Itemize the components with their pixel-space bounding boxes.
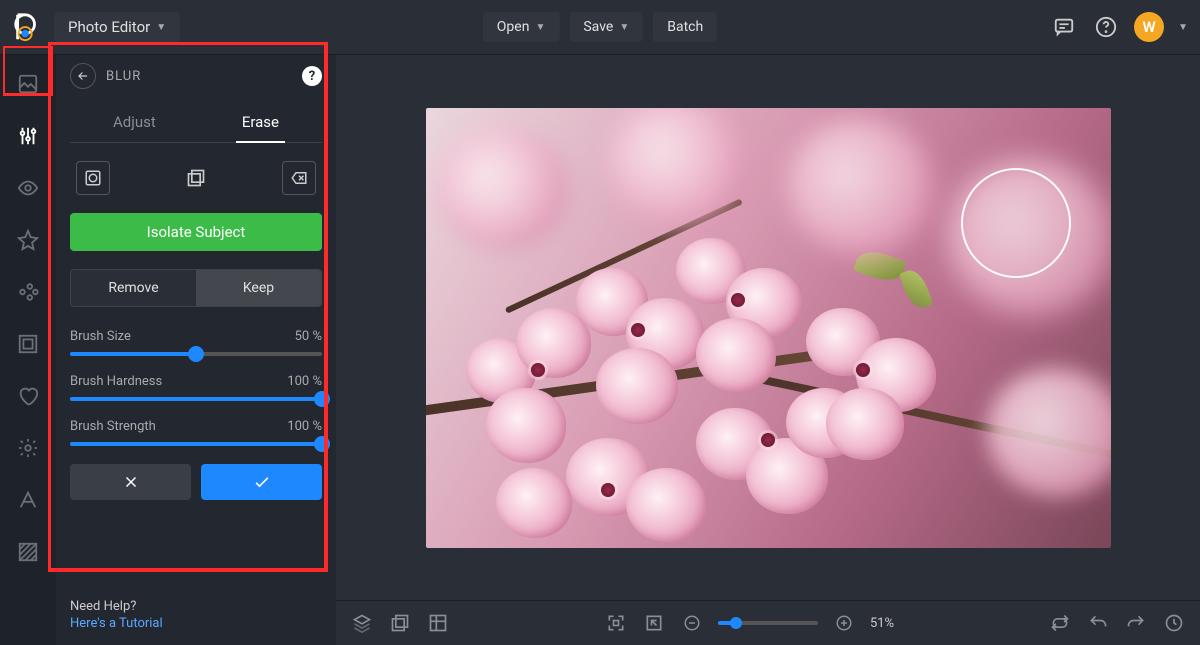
grid-icon[interactable] xyxy=(426,611,450,635)
help-question: Need Help? xyxy=(70,599,163,614)
chevron-down-icon: ▼ xyxy=(156,22,166,33)
rail-nodes-icon[interactable] xyxy=(13,277,43,307)
brush-strength-slider[interactable] xyxy=(70,442,322,446)
zoom-slider[interactable] xyxy=(718,621,818,625)
tool-clear-icon[interactable] xyxy=(282,161,316,195)
avatar-initial: W xyxy=(1143,18,1156,36)
keep-toggle[interactable]: Keep xyxy=(196,270,321,306)
rail-eye-icon[interactable] xyxy=(13,173,43,203)
avatar[interactable]: W xyxy=(1134,12,1164,42)
panel-help-icon[interactable]: ? xyxy=(302,66,322,86)
brush-hardness-value: 100 % xyxy=(287,374,322,389)
app-logo xyxy=(12,12,42,42)
rail-adjust-icon[interactable] xyxy=(13,121,43,151)
apply-button[interactable] xyxy=(201,464,322,500)
batch-label: Batch xyxy=(667,19,703,35)
chevron-down-icon: ▼ xyxy=(619,22,629,33)
brush-cursor-preview xyxy=(961,168,1071,278)
save-label: Save xyxy=(583,19,613,35)
canvas-area[interactable] xyxy=(336,55,1200,600)
fit-icon[interactable] xyxy=(604,611,628,635)
brush-strength-value: 100 % xyxy=(287,419,322,434)
cancel-button[interactable] xyxy=(70,464,191,500)
save-button[interactable]: Save ▼ xyxy=(569,12,643,42)
chevron-down-icon: ▼ xyxy=(535,22,545,33)
redo-icon[interactable] xyxy=(1124,611,1148,635)
app-name-label: Photo Editor xyxy=(68,18,150,36)
brush-strength-label: Brush Strength xyxy=(70,419,156,434)
app-picker[interactable]: Photo Editor ▼ xyxy=(54,12,180,42)
rail-text-icon[interactable] xyxy=(13,485,43,515)
top-bar: Photo Editor ▼ Open ▼ Save ▼ Batch W ▼ xyxy=(0,0,1200,55)
zoom-in-icon[interactable] xyxy=(832,611,856,635)
compare-icon[interactable] xyxy=(388,611,412,635)
rail-star-icon[interactable] xyxy=(13,225,43,255)
brush-size-value: 50 % xyxy=(295,329,322,344)
help-icon[interactable] xyxy=(1092,13,1120,41)
brush-size-slider[interactable] xyxy=(70,352,322,356)
zoom-value: 51% xyxy=(870,616,894,631)
tab-adjust[interactable]: Adjust xyxy=(107,113,162,142)
open-label: Open xyxy=(497,19,530,35)
actual-size-icon[interactable] xyxy=(642,611,666,635)
tool-circle-icon[interactable] xyxy=(76,161,110,195)
undo-icon[interactable] xyxy=(1086,611,1110,635)
brush-hardness-slider[interactable] xyxy=(70,397,322,401)
feedback-icon[interactable] xyxy=(1050,13,1078,41)
history-icon[interactable] xyxy=(1162,611,1186,635)
blur-panel: BLUR ? Adjust Erase Isolate Subject Remo… xyxy=(56,55,336,645)
isolate-subject-button[interactable]: Isolate Subject xyxy=(70,213,322,251)
zoom-out-icon[interactable] xyxy=(680,611,704,635)
rail-texture-icon[interactable] xyxy=(13,537,43,567)
panel-title: BLUR xyxy=(106,69,141,84)
panel-back-button[interactable] xyxy=(70,63,96,89)
edited-image xyxy=(426,108,1111,548)
batch-button[interactable]: Batch xyxy=(653,12,717,42)
rail-heart-icon[interactable] xyxy=(13,381,43,411)
bottom-bar: 51% xyxy=(336,600,1200,645)
layers-icon[interactable] xyxy=(350,611,374,635)
chevron-down-icon[interactable]: ▼ xyxy=(1178,22,1188,33)
brush-hardness-label: Brush Hardness xyxy=(70,374,162,389)
tutorial-link[interactable]: Here's a Tutorial xyxy=(70,616,163,631)
tool-rail xyxy=(0,55,56,645)
loop-icon[interactable] xyxy=(1048,611,1072,635)
open-button[interactable]: Open ▼ xyxy=(483,12,560,42)
tab-erase[interactable]: Erase xyxy=(236,113,285,143)
remove-toggle[interactable]: Remove xyxy=(71,270,196,306)
brush-size-label: Brush Size xyxy=(70,329,131,344)
rail-gear-icon[interactable] xyxy=(13,433,43,463)
rail-frame-icon[interactable] xyxy=(13,329,43,359)
rail-canvas-icon[interactable] xyxy=(13,69,43,99)
tool-invert-icon[interactable] xyxy=(179,161,213,195)
